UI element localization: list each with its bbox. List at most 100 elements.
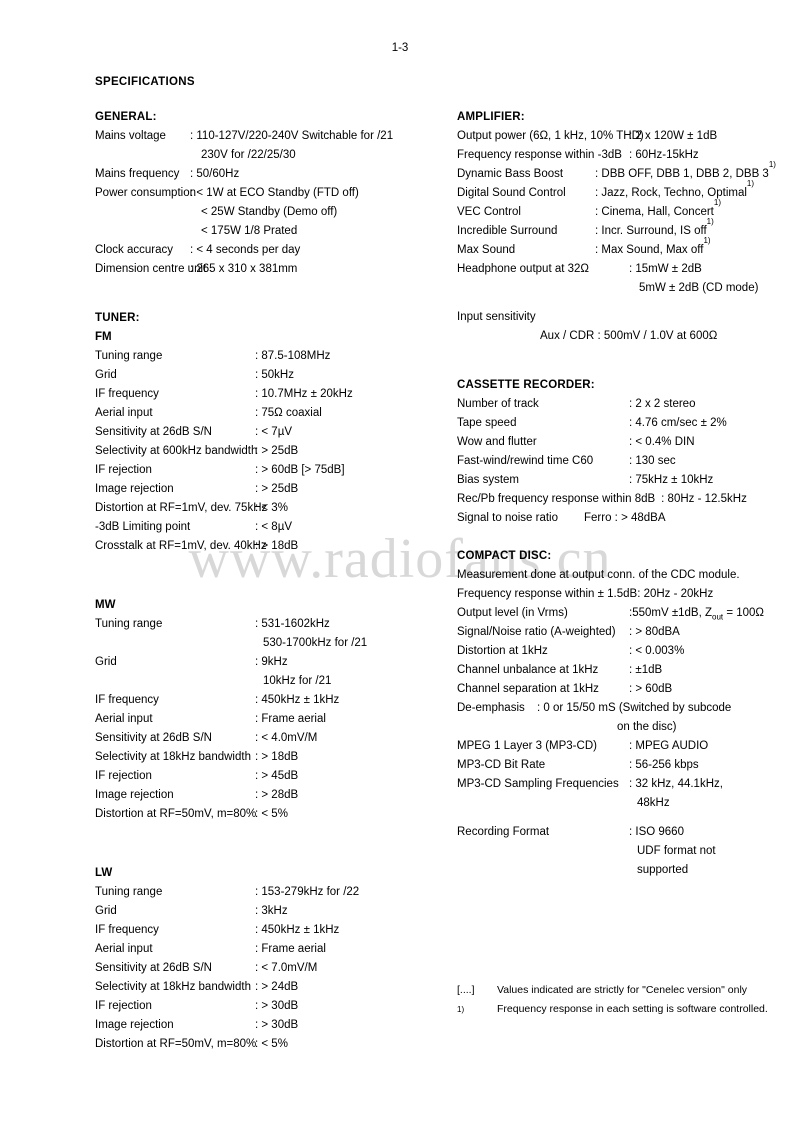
amplifier-rows-wide: Output power (6Ω, 1 kHz, 10% THD): 2 x 1… xyxy=(457,127,792,165)
spec-row-recording-format: Recording Format : ISO 9660 xyxy=(457,823,792,842)
spec-label: Selectivity at 600kHz bandwidth xyxy=(95,445,258,457)
spec-label: Aerial input xyxy=(95,943,153,955)
spec-value: : 60Hz-15kHz xyxy=(629,149,699,161)
spec-value: : 531-1602kHz xyxy=(255,618,330,630)
spec-label: Grid xyxy=(95,369,117,381)
spec-value: : > 60dB xyxy=(629,683,673,695)
spec-value: : Frame aerial xyxy=(255,943,326,955)
spec-label: Power consumption xyxy=(95,187,196,199)
spec-label: -3dB Limiting point xyxy=(95,521,191,533)
spec-label: Aerial input xyxy=(95,407,153,419)
spec-row: Channel separation at 1kHz: > 60dB xyxy=(457,680,792,699)
subsection-mw: MW Tuning range: 531-1602kHz 530-1700kHz … xyxy=(95,596,445,824)
spec-row: Tuning range: 153-279kHz for /22 xyxy=(95,883,445,902)
amplifier-wide-list: Output power (6Ω, 1 kHz, 10% THD): 2 x 1… xyxy=(457,127,792,165)
spec-row: Distortion at RF=50mV, m=80%: < 5% xyxy=(95,805,445,824)
spec-row: Incredible Surround: Incr. Surround, IS … xyxy=(457,218,792,241)
spec-label: Output level (in Vrms) xyxy=(457,607,568,619)
spec-row: Max Sound: Max Sound, Max off 1) xyxy=(457,237,792,260)
spec-continuation: 230V for /22/25/30 xyxy=(201,149,296,161)
spec-row: Tape speed: 4.76 cm/sec ± 2% xyxy=(457,414,792,433)
spec-value: : > 18dB xyxy=(255,540,299,552)
spec-row: Distortion at RF=50mV, m=80%: < 5% xyxy=(95,1035,445,1054)
footnote-item: 1) Frequency response in each setting is … xyxy=(457,1000,797,1024)
spec-label: Grid xyxy=(95,905,117,917)
spec-row: MPEG 1 Layer 3 (MP3-CD): MPEG AUDIO xyxy=(457,737,792,756)
spec-row-headphone: Headphone output at 32Ω : 15mW ± 2dB xyxy=(457,260,792,279)
spec-value: : < 0.4% DIN xyxy=(629,436,695,448)
amplifier-headphone-block: Headphone output at 32Ω : 15mW ± 2dB 5mW… xyxy=(457,260,792,298)
subsection-lw: LW Tuning range: 153-279kHz for /22 Grid:… xyxy=(95,864,445,1054)
spec-cont-deemphasis: on the disc) xyxy=(617,721,677,733)
spec-value: : 32 kHz, 44.1kHz, xyxy=(629,778,723,790)
subsection-fm: FM Tuning range: 87.5-108MHz Grid: 50kHz I… xyxy=(95,328,445,556)
spec-label: Wow and flutter xyxy=(457,436,537,448)
spec-cont-sampling: 48kHz xyxy=(637,797,670,809)
spec-cont-recording-2: supported xyxy=(637,864,689,876)
amplifier-rows-narrow: Dynamic Bass Boost: DBB OFF, DBB 1, DBB … xyxy=(457,161,792,260)
spec-value: : < 4.0mV/M xyxy=(255,732,318,744)
spec-label: Clock accuracy xyxy=(95,244,173,256)
spec-row: Distortion at RF=1mV, dev. 75kHz: < 3% xyxy=(95,499,445,518)
fm-rows: Tuning range: 87.5-108MHz Grid: 50kHz IF f… xyxy=(95,347,445,556)
spec-label: MPEG 1 Layer 3 (MP3-CD) xyxy=(457,740,597,752)
spec-value: : Cinema, Hall, Concert xyxy=(595,206,714,218)
compact-disc-rows: Signal/Noise ratio (A-weighted): > 80dBA… xyxy=(457,623,792,699)
spec-value: : > 30dB xyxy=(255,1019,299,1031)
spec-label: De-emphasis xyxy=(457,702,525,714)
spec-label: Image rejection xyxy=(95,789,174,801)
spec-row: Grid: 3kHz xyxy=(95,902,445,921)
spec-value: : > 24dB xyxy=(255,981,299,993)
spec-continuation: < 175W 1/8 Prated xyxy=(201,225,298,237)
spec-value: : < 7µV xyxy=(255,426,292,438)
spec-value: : 110-127V/220-240V Switchable for /21 xyxy=(190,130,394,142)
spec-label: Selectivity at 18kHz bandwidth xyxy=(95,981,251,993)
spec-value: : 2 x 2 stereo xyxy=(629,398,696,410)
spec-label: Fast-wind/rewind time C60 xyxy=(457,455,594,467)
subsection-heading-mw: MW xyxy=(95,599,116,611)
spec-label: Dynamic Bass Boost xyxy=(457,168,564,180)
spec-row: Grid: 50kHz xyxy=(95,366,445,385)
spec-label: Sensitivity at 26dB S/N xyxy=(95,426,212,438)
spec-label: Recording Format xyxy=(457,826,550,838)
spec-row: Grid: 9kHz xyxy=(95,653,445,672)
spec-label: MP3-CD Sampling Frequencies xyxy=(457,778,619,790)
footnote-text: Values indicated are strictly for "Cenel… xyxy=(497,984,748,996)
spec-label: Output power (6Ω, 1 kHz, 10% THD) xyxy=(457,130,644,142)
spec-label: Max Sound xyxy=(457,244,516,256)
page-title: SPECIFICATIONS xyxy=(95,76,195,88)
spec-label: Aerial input xyxy=(95,713,153,725)
spec-value: : < 5% xyxy=(255,808,288,820)
spec-value: : < 5% xyxy=(255,1038,288,1050)
spec-value: : 75kHz ± 10kHz xyxy=(629,474,714,486)
spec-value: : 10.7MHz ± 20kHz xyxy=(255,388,353,400)
spec-row: Mains frequency: 50/60Hz xyxy=(95,165,445,184)
spec-row: Channel unbalance at 1kHz: ±1dB xyxy=(457,661,792,680)
spec-value: : < 3% xyxy=(255,502,288,514)
spec-row: Dynamic Bass Boost: DBB OFF, DBB 1, DBB … xyxy=(457,161,792,184)
spec-label: Distortion at RF=50mV, m=80% xyxy=(95,1038,257,1050)
spec-row: VEC Control: Cinema, Hall, Concert 1) xyxy=(457,199,792,222)
spec-label: Sensitivity at 26dB S/N xyxy=(95,732,212,744)
spec-row: Mains voltage: 110-127V/220-240V Switcha… xyxy=(95,127,445,146)
spec-row: Sensitivity at 26dB S/N : < 7µV xyxy=(95,423,445,442)
spec-value: : 20Hz - 20kHz xyxy=(637,588,714,600)
spec-value: Ferro : > 48dBA xyxy=(584,512,666,524)
spec-label: Grid xyxy=(95,656,117,668)
spec-cont-recording-1: UDF format not xyxy=(637,845,716,857)
spec-row: MP3-CD Sampling Frequencies : 32 kHz, 44.… xyxy=(457,775,792,794)
spec-row: IF frequency: 10.7MHz ± 20kHz xyxy=(95,385,445,404)
footnote-marker: 1) xyxy=(457,1005,465,1014)
spec-value: : 130 sec xyxy=(629,455,676,467)
spec-value: : < 8µV xyxy=(255,521,292,533)
spec-row: Aerial input : 75Ω coaxial xyxy=(95,404,445,423)
input-sensitivity-value: Aux / CDR : 500mV / 1.0V at 600Ω xyxy=(540,330,718,342)
specifications-page: www.radiofans.cn 1-3 SPECIFICATIONS GENE… xyxy=(0,0,800,1133)
spec-value: : ISO 9660 xyxy=(629,826,684,838)
spec-continuation: 530-1700kHz for /21 xyxy=(263,637,368,649)
spec-row-frequency-response: Frequency response within ± 1.5dB : 20Hz… xyxy=(457,585,792,604)
spec-value: : 75Ω coaxial xyxy=(255,407,322,419)
section-tuner: TUNER: FM Tuning range: 87.5-108MHz Grid:… xyxy=(95,309,445,1054)
spec-value: : > 25dB xyxy=(255,445,299,457)
spec-value: : > 60dB [> 75dB] xyxy=(255,464,345,476)
